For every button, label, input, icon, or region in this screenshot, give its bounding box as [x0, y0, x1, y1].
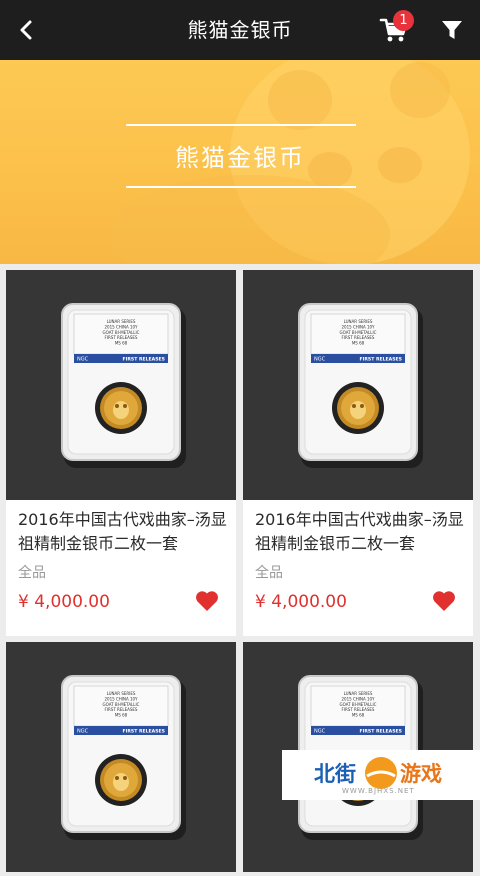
panda-eye — [352, 404, 356, 408]
watermark-url: WWW.BJHXS.NET — [342, 787, 415, 795]
back-arrow-icon[interactable] — [8, 12, 44, 48]
product-condition: 全品 — [18, 565, 46, 581]
slab-label-text: 2015 CHINA 10Y — [342, 696, 376, 701]
product-price: ¥ 4,000.00 — [18, 592, 110, 612]
coin-slab-graphic: LUNAR SERIES2015 CHINA 10YGOAT BI-METALL… — [298, 303, 423, 468]
slab-label-text: GOAT BI-METALLIC — [103, 702, 140, 707]
panda-figure — [113, 401, 129, 419]
watermark-text-orange: 游戏 — [400, 762, 442, 786]
slab-label-text: MS 68 — [352, 713, 365, 718]
slab-band-text: FIRST RELEASES — [360, 729, 402, 735]
slab-label-text: MS 68 — [115, 713, 128, 718]
product-name: 2016年中国古代戏曲家–汤显祖精制金银币二枚一套 — [255, 510, 464, 553]
slab-label-text: GOAT BI-METALLIC — [340, 330, 377, 335]
product-image: LUNAR SERIES 2015 CHINA 10Y GOAT BI-METALL… — [243, 270, 473, 500]
coin-slab-graphic: LUNAR SERIES2015 CHINA 10YGOAT BI-METALL… — [61, 303, 186, 468]
panda-eye — [123, 404, 127, 408]
product-image: LUNAR SERIES 2015 CHINA 10Y GOAT BI-METALL… — [6, 270, 236, 500]
cart-count-badge: 1 — [393, 10, 414, 31]
slab-label-text: MS 68 — [352, 341, 365, 346]
slab-brand: NGC — [77, 729, 89, 735]
product-card[interactable]: LUNAR SERIES 2015 CHINA 10Y GOAT BI-METALL… — [6, 270, 236, 636]
panda-figure — [113, 773, 129, 791]
slab-label-text: LUNAR SERIES — [344, 319, 373, 324]
product-condition: 全品 — [255, 565, 283, 581]
slab-brand: NGC — [314, 729, 326, 735]
slab-band-text: FIRST RELEASES — [123, 729, 165, 735]
slab-brand: NGC — [314, 357, 326, 363]
slab-brand: NGC — [77, 357, 89, 363]
category-banner: 熊猫金银币 — [0, 60, 480, 264]
slab-label-text: FIRST RELEASES — [342, 335, 375, 340]
slab-label-text: FIRST RELEASES — [105, 335, 138, 340]
filter-icon[interactable] — [438, 16, 466, 44]
slab-label-text: LUNAR SERIES — [107, 319, 136, 324]
slab-label-text: MS 68 — [115, 341, 128, 346]
slab-band-text: FIRST RELEASES — [360, 357, 402, 363]
slab-label-text: LUNAR SERIES — [107, 691, 136, 696]
banner-divider-bottom — [126, 186, 356, 188]
banner-divider-top — [126, 124, 356, 126]
coin-slab-graphic: LUNAR SERIES2015 CHINA 10YGOAT BI-METALL… — [61, 675, 186, 840]
panda-eye — [115, 404, 119, 408]
panda-eye — [115, 776, 119, 780]
slab-label-text: 2015 CHINA 10Y — [105, 324, 139, 329]
panda-eye — [360, 404, 364, 408]
slab-label-text: FIRST RELEASES — [105, 707, 138, 712]
slab-label-text: 2015 CHINA 10Y — [105, 696, 139, 701]
slab-band-text: FIRST RELEASES — [123, 357, 165, 363]
favorite-heart-icon[interactable] — [431, 589, 457, 613]
slab-label-text: 2015 CHINA 10Y — [342, 324, 376, 329]
product-card[interactable]: LUNAR SERIES 2015 CHINA 10Y GOAT BI-METALL… — [6, 642, 236, 872]
product-image: LUNAR SERIES 2015 CHINA 10Y GOAT BI-METALL… — [6, 642, 236, 872]
slab-label-text: GOAT BI-METALLIC — [340, 702, 377, 707]
panda-figure — [350, 401, 366, 419]
panda-eye — [123, 776, 127, 780]
slab-label-text: LUNAR SERIES — [344, 691, 373, 696]
slab-label-text: FIRST RELEASES — [342, 707, 375, 712]
banner-title: 熊猫金银币 — [175, 144, 305, 172]
product-price: ¥ 4,000.00 — [255, 592, 347, 612]
slab-label-text: GOAT BI-METALLIC — [103, 330, 140, 335]
product-name: 2016年中国古代戏曲家–汤显祖精制金银币二枚一套 — [18, 510, 227, 553]
product-card[interactable]: LUNAR SERIES 2015 CHINA 10Y GOAT BI-METALL… — [243, 270, 473, 636]
watermark-text-blue: 北街 — [314, 762, 356, 786]
top-bar: 熊猫金银币 1 — [0, 0, 480, 60]
favorite-heart-icon[interactable] — [194, 589, 220, 613]
